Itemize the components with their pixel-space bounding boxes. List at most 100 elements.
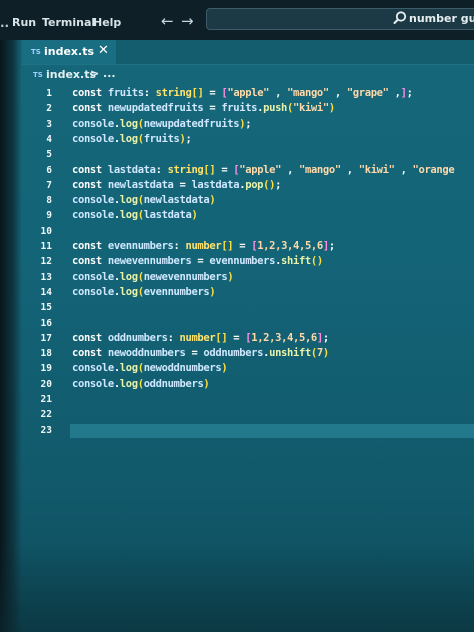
code-text: console.log(newevennumbers) <box>72 270 234 283</box>
line-number: 17 <box>40 332 52 344</box>
code-line[interactable]: 14 console.log(evennumbers) <box>22 286 474 301</box>
code-token: string <box>167 163 204 176</box>
code-token: log <box>119 117 138 130</box>
code-line[interactable]: 20 console.log(oddnumbers) <box>22 378 474 393</box>
close-icon[interactable]: ✕ <box>98 43 109 58</box>
line-number: 3 <box>46 118 52 130</box>
line-number: 13 <box>40 271 52 283</box>
code-token: ) <box>328 102 335 115</box>
tab-label: index.ts <box>44 45 95 58</box>
code-token: ; <box>328 240 335 252</box>
code-token: log <box>119 377 138 390</box>
code-line[interactable]: 4 console.log(fruits); <box>22 133 474 148</box>
code-token: : <box>143 87 156 99</box>
code-line[interactable]: 21 <box>22 393 474 408</box>
code-line[interactable]: 8 console.log(newlastdata) <box>22 194 474 209</box>
code-token: ; <box>322 331 329 344</box>
code-token: "orange <box>412 163 455 176</box>
search-text: number guessi <box>409 12 474 25</box>
code-line[interactable]: 6 const lastdata: string[] = ["apple" , "… <box>22 164 474 179</box>
code-line[interactable]: 7 const newlastdata = lastdata.pop(); <box>22 179 474 194</box>
code-token: ) <box>322 347 329 360</box>
line-number: 22 <box>40 409 52 421</box>
menu-help[interactable]: Help <box>93 16 121 29</box>
code-line[interactable]: 1 const fruits: string[] = ["apple" , "ma… <box>22 87 474 102</box>
code-text: const newevennumbers = evennumbers.shift… <box>72 255 323 267</box>
code-token: log <box>119 209 138 222</box>
code-token: log <box>119 132 138 145</box>
code-line[interactable]: 2 const newupdatedfruits = fruits.push("k… <box>22 102 474 117</box>
code-token: number <box>185 240 222 252</box>
code-editor[interactable]: 1 const fruits: string[] = ["apple" , "ma… <box>22 84 474 484</box>
line-number: 2 <box>46 103 52 115</box>
code-token: lastdata <box>107 163 156 176</box>
code-token: newevennumbers <box>107 255 192 268</box>
code-line[interactable]: 11 const evennumbers: number[] = [1,2,3,4… <box>22 240 474 255</box>
code-token: [] <box>191 87 204 99</box>
back-arrow-icon[interactable]: ← <box>161 12 174 30</box>
code-token: newupdatedfruits <box>107 102 204 115</box>
code-token: "mango" <box>299 163 341 176</box>
code-token: log <box>119 285 138 298</box>
code-line[interactable]: 9 console.log(lastdata) <box>22 209 474 224</box>
menu-run[interactable]: Run <box>12 16 36 29</box>
code-token: console <box>72 362 114 375</box>
code-line[interactable]: 13 console.log(newevennumbers) <box>22 271 474 286</box>
code-line[interactable]: 23 <box>22 424 474 439</box>
code-token: ) <box>227 270 234 283</box>
code-line[interactable]: 18 const newoddnumbers = oddnumbers.unshi… <box>22 347 474 362</box>
code-token: : <box>173 240 186 252</box>
code-token: console <box>72 194 114 207</box>
code-token: : <box>155 163 168 176</box>
code-token: , <box>394 163 413 176</box>
tab-index-ts[interactable]: TS index.ts ✕ <box>22 40 116 64</box>
code-token: console <box>72 117 114 130</box>
code-token: console <box>72 132 114 145</box>
overflow-menu-dots[interactable]: .. <box>0 16 9 30</box>
code-token: const <box>72 255 108 268</box>
code-line[interactable]: 16 <box>22 317 474 332</box>
code-token: = <box>227 331 246 344</box>
command-center-search[interactable]: number guessi <box>206 8 474 30</box>
code-token: 1,2,3,4,5,6 <box>251 331 317 344</box>
breadcrumb-symbols[interactable]: > ... <box>90 67 116 80</box>
line-number: 20 <box>40 378 52 390</box>
code-token: ) <box>221 362 228 375</box>
code-token: console <box>72 285 114 298</box>
code-token: fruits <box>221 102 258 115</box>
code-line[interactable]: 12 const newevennumbers = evennumbers.shi… <box>22 255 474 270</box>
typescript-file-icon: TS <box>31 48 41 56</box>
code-line[interactable]: 17 const oddnumbers: number[] = [1,2,3,4,… <box>22 332 474 347</box>
code-text: console.log(lastdata) <box>72 209 198 222</box>
code-line[interactable]: 5 <box>22 148 474 163</box>
editor-window: .. Run Terminal Help ← → number guessi T… <box>0 0 474 632</box>
code-token: () <box>263 178 276 191</box>
code-text: console.log(newupdatedfruits); <box>72 117 252 130</box>
code-token: "grape" <box>346 87 389 99</box>
line-number: 14 <box>40 286 52 298</box>
menu-terminal[interactable]: Terminal <box>42 16 95 29</box>
code-line[interactable]: 15 <box>22 301 474 316</box>
code-token: , <box>340 163 359 176</box>
title-bar: .. Run Terminal Help ← → number guessi <box>0 0 474 40</box>
forward-arrow-icon[interactable]: → <box>181 12 194 30</box>
search-icon <box>393 11 407 24</box>
code-token: evennumbers <box>143 285 210 298</box>
code-token: , <box>328 87 347 99</box>
breadcrumb-file[interactable]: index.ts <box>46 68 96 81</box>
line-number: 4 <box>46 133 52 145</box>
code-line[interactable]: 10 <box>22 225 474 240</box>
code-token: 1,2,3,4,5,6 <box>257 240 323 252</box>
code-line[interactable]: 22 <box>22 408 474 423</box>
typescript-file-icon: TS <box>33 71 43 79</box>
code-line[interactable]: 3 console.log(newupdatedfruits); <box>22 118 474 133</box>
code-text: const evennumbers: number[] = [1,2,3,4,5… <box>72 240 335 252</box>
code-line[interactable]: 19 console.log(newoddnumbers) <box>22 362 474 377</box>
code-token: lastdata <box>143 209 192 222</box>
code-token: oddnumbers <box>107 331 168 344</box>
code-token: ; <box>275 178 282 191</box>
code-token: log <box>119 362 138 375</box>
code-token: string <box>155 87 192 99</box>
code-token: fruits <box>143 132 180 145</box>
code-text: console.log(oddnumbers) <box>72 377 210 390</box>
